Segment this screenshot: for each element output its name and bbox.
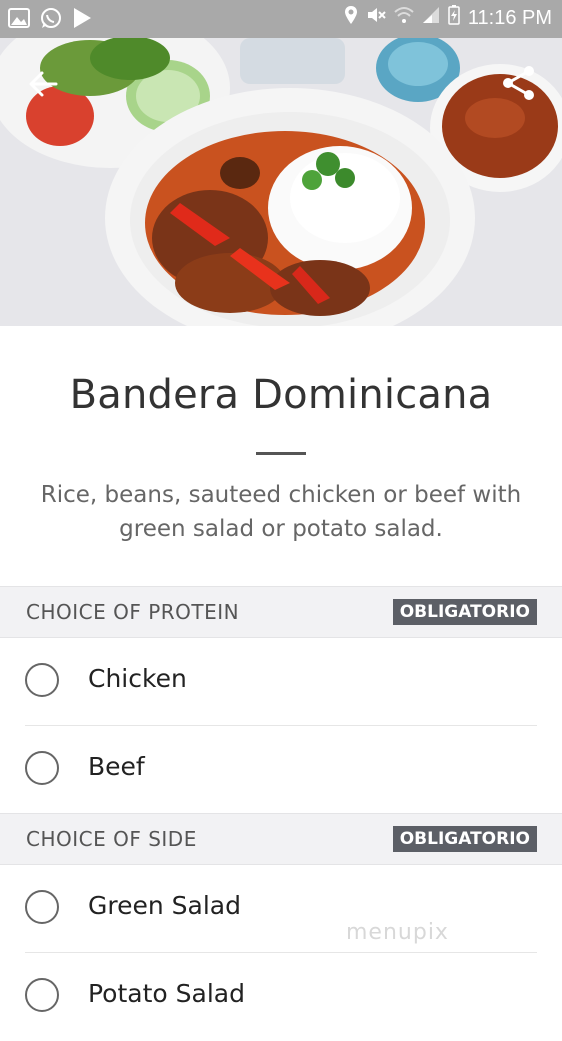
radio-button[interactable] <box>25 978 59 1012</box>
back-button[interactable] <box>26 66 62 102</box>
watermark: menupix <box>346 920 449 945</box>
share-button[interactable] <box>500 64 538 102</box>
dish-description: Rice, beans, sauteed chicken or beef wit… <box>40 482 522 542</box>
title-divider <box>256 452 306 455</box>
section-label: CHOICE OF SIDE <box>26 827 197 851</box>
share-icon <box>500 66 538 106</box>
location-icon <box>344 5 358 31</box>
gallery-icon <box>8 8 30 32</box>
section-header-protein: CHOICE OF PROTEIN OBLIGATORIO <box>0 586 562 638</box>
radio-button[interactable] <box>25 890 59 924</box>
signal-icon <box>422 6 440 30</box>
status-time: 11:16 PM <box>467 6 552 29</box>
option-chicken[interactable]: Chicken <box>0 638 562 726</box>
option-label: Chicken <box>88 664 187 693</box>
wifi-icon <box>394 6 414 30</box>
whatsapp-icon <box>40 7 62 33</box>
status-bar: 11:16 PM <box>0 0 562 38</box>
required-badge: OBLIGATORIO <box>392 599 537 625</box>
option-label: Potato Salad <box>88 979 245 1008</box>
play-icon <box>72 7 92 33</box>
option-label: Green Salad <box>88 891 241 920</box>
mute-icon <box>366 5 386 31</box>
dish-title: Bandera Dominicana <box>69 372 493 418</box>
battery-charging-icon <box>448 5 460 31</box>
section-label: CHOICE OF PROTEIN <box>26 600 240 624</box>
radio-button[interactable] <box>25 751 59 785</box>
dish-photo <box>0 38 562 326</box>
option-beef[interactable]: Beef <box>0 726 562 814</box>
arrow-left-icon <box>26 71 62 106</box>
required-badge: OBLIGATORIO <box>392 826 537 852</box>
option-green-salad[interactable]: Green Salad <box>0 865 562 953</box>
option-potato-salad[interactable]: Potato Salad <box>0 953 562 1041</box>
option-label: Beef <box>88 752 145 781</box>
section-header-side: CHOICE OF SIDE OBLIGATORIO <box>0 813 562 865</box>
radio-button[interactable] <box>25 663 59 697</box>
